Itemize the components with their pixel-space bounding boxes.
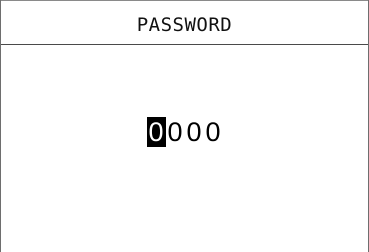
password-screen: PASSWORD 0 0 0 0 bbox=[0, 0, 369, 252]
password-digit-3[interactable]: 0 bbox=[185, 117, 204, 147]
password-entry[interactable]: 0 0 0 0 bbox=[1, 116, 368, 148]
title-bar: PASSWORD bbox=[1, 0, 368, 45]
password-digit-4[interactable]: 0 bbox=[204, 117, 223, 147]
password-digit-1[interactable]: 0 bbox=[146, 117, 166, 147]
password-digit-2[interactable]: 0 bbox=[166, 117, 185, 147]
page-title: PASSWORD bbox=[136, 13, 233, 36]
